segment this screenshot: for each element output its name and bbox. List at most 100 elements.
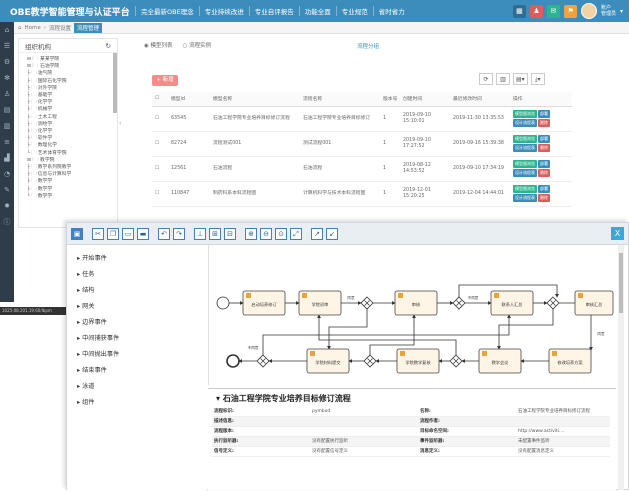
row-action-button[interactable]: 删除 (538, 144, 550, 152)
property-value[interactable]: 石油工程学院专业培养目标修订流程 (518, 407, 590, 417)
row-action-button[interactable]: 部署 (538, 160, 550, 168)
cut-icon[interactable]: ✂ (92, 227, 104, 240)
paste-icon[interactable]: ▭ (122, 227, 134, 240)
home-icon[interactable]: ⌂ (5, 26, 9, 35)
delete-icon[interactable]: ▬ (137, 227, 149, 240)
breadcrumb-item[interactable]: 流程设置 (49, 24, 71, 32)
property-value[interactable]: 未配置事件监听 (518, 437, 550, 447)
chevron-down-icon[interactable]: ▾ (620, 8, 623, 15)
tree-node[interactable]: ├ 🗀 国际石化学院 (27, 78, 117, 85)
tree-node[interactable]: ⊟ 🗁 某某学院 (27, 56, 117, 63)
task-node[interactable]: 启动培养修订 (242, 290, 286, 316)
row-action-button[interactable]: 模型图浏览 (513, 185, 537, 193)
tree-node[interactable]: └ 🗀 数学学 (27, 193, 117, 200)
redo-icon[interactable]: ↷ (173, 227, 185, 240)
bend-remove-icon[interactable]: ↙ (326, 227, 338, 240)
palette-item-component[interactable]: ▸ 组件 (77, 397, 94, 406)
bell-icon[interactable]: ♟ (529, 4, 543, 18)
radio-process-instance[interactable]: ○ 流程实例 (183, 41, 212, 49)
tree-node[interactable]: ├ 🗀 化学学 (27, 99, 117, 106)
bpmn-canvas[interactable]: 启动培养修订 学院初审 审核 联系人汇总 审核汇总 学院材料提交 学院教学复核 … (208, 245, 616, 385)
task-node[interactable]: 教学会议 (478, 348, 522, 374)
tab-active[interactable]: 流程管理 (73, 22, 102, 33)
property-value[interactable]: 没有配置消息定义 (518, 447, 554, 457)
user-info[interactable]: 账户 管理员 (601, 5, 616, 17)
row-action-button[interactable]: 设计流程表 (513, 169, 537, 177)
row-action-button[interactable]: 设计流程表 (513, 144, 537, 152)
task-node[interactable]: 学院教学复核 (396, 348, 440, 374)
row-checkbox[interactable]: ☐ (152, 131, 168, 157)
property-value[interactable]: http://www.activiti.... (518, 427, 565, 437)
palette-item-throw-event[interactable]: ▸ 中间抛出事件 (77, 349, 119, 358)
home-icon[interactable]: ⌂ (18, 25, 22, 31)
undo-icon[interactable]: ↶ (158, 227, 170, 240)
palette-item-boundary-event[interactable]: ▸ 边界事件 (77, 317, 107, 326)
add-button[interactable]: + 新增 (152, 75, 178, 86)
row-action-button[interactable]: 模型图浏览 (513, 160, 537, 168)
nav-item[interactable]: 功能全面 (298, 6, 336, 16)
toggle-view-button[interactable]: ▥ (496, 73, 510, 85)
property-value[interactable]: 没有配置信号定义 (312, 447, 348, 457)
row-action-button[interactable]: 设计流程表 (513, 194, 537, 202)
property-value[interactable]: 没有配置执行监听 (312, 437, 348, 447)
bend-add-icon[interactable]: ↗ (311, 227, 323, 240)
row-action-button[interactable]: 删除 (538, 169, 550, 177)
close-button[interactable]: X (611, 227, 624, 240)
info-icon[interactable]: ⓘ (4, 218, 11, 227)
row-action-button[interactable]: 删除 (538, 119, 550, 127)
task-node[interactable]: 学院材料提交 (306, 348, 350, 374)
tree-node[interactable]: ├ 🗀 对外学院 (27, 85, 117, 92)
export-button[interactable]: ⤓▾ (530, 73, 545, 85)
task-node[interactable]: 学院初审 (298, 290, 342, 316)
row-action-button[interactable]: 模型图浏览 (513, 110, 537, 118)
row-action-button[interactable]: 部署 (538, 110, 550, 118)
row-action-button[interactable]: 部署 (538, 185, 550, 193)
columns-button[interactable]: ▤▾ (513, 73, 528, 85)
row-checkbox[interactable]: ☐ (152, 156, 168, 182)
row-action-button[interactable]: 设计流程表 (513, 119, 537, 127)
group-icon[interactable]: ⊞ (209, 227, 221, 240)
row-action-button[interactable]: 部署 (538, 135, 550, 143)
tree-node[interactable]: ⊟ 🗁 石油学院 (27, 63, 117, 70)
task-node[interactable]: 联系人汇总 (490, 290, 534, 316)
save-icon[interactable]: ▣ (71, 227, 83, 240)
row-action-button[interactable]: 模型图浏览 (513, 135, 537, 143)
gear-icon[interactable]: ✻ (4, 74, 10, 83)
tree-node[interactable]: ├ 🗀 油气院 (27, 70, 117, 77)
refresh-button[interactable]: ⟳ (479, 73, 493, 85)
flow-group-link[interactable]: 流程分组 (357, 42, 379, 50)
collapse-handle-icon[interactable]: ‹ (119, 120, 121, 127)
tree-node[interactable]: ⊟ 🗁 教学院 (27, 157, 117, 164)
nav-item[interactable]: 专业持续改进 (198, 6, 249, 16)
radio-model-list[interactable]: ◉ 模型列表 (144, 41, 173, 49)
palette-item-start-event[interactable]: ▸ 开始事件 (77, 253, 107, 262)
list-icon[interactable]: ≡ (4, 138, 10, 147)
palette-item-swimlane[interactable]: ▸ 泳道 (77, 381, 94, 390)
book-icon[interactable]: ▥ (4, 122, 11, 131)
row-action-button[interactable]: 删除 (538, 194, 550, 202)
task-node[interactable]: 审核 (394, 290, 438, 316)
nav-item[interactable]: 完全最新OBE理念 (135, 6, 199, 16)
tree-node[interactable]: ├ 🗀 数理化学 (27, 142, 117, 149)
scrollbar[interactable] (618, 245, 624, 490)
user-icon[interactable]: ♙ (4, 90, 10, 99)
palette-item-catch-event[interactable]: ▸ 中间捕获事件 (77, 333, 119, 342)
tree-node[interactable]: ├ 🗀 数学学 (27, 178, 117, 185)
chart-icon[interactable]: ▟ (4, 154, 9, 163)
refresh-icon[interactable]: ↻ (106, 42, 111, 50)
ungroup-icon[interactable]: ⊟ (224, 227, 236, 240)
avatar[interactable] (580, 3, 597, 19)
palette-item-end-event[interactable]: ▸ 结束事件 (77, 365, 107, 374)
scrollbar[interactable] (113, 53, 117, 113)
zoom-out-icon[interactable]: ⊖ (260, 227, 272, 240)
palette-item-structure[interactable]: ▸ 结构 (77, 285, 94, 294)
task-node[interactable]: 审核汇总 (574, 290, 614, 316)
tree-node[interactable]: ├ 🗀 化学学 (27, 128, 117, 135)
grid-icon[interactable]: ▦ (512, 4, 526, 18)
tree-node[interactable]: ├ 🗀 机械学 (27, 106, 117, 113)
tree-node[interactable]: ├ 🗀 土木工程 (27, 114, 117, 121)
menu-icon[interactable]: ☰ (4, 42, 10, 51)
edit-icon[interactable]: ✎ (4, 186, 10, 195)
task-node[interactable]: 修改培养方案 (548, 348, 592, 374)
settings-icon[interactable]: ⚙ (4, 58, 10, 67)
